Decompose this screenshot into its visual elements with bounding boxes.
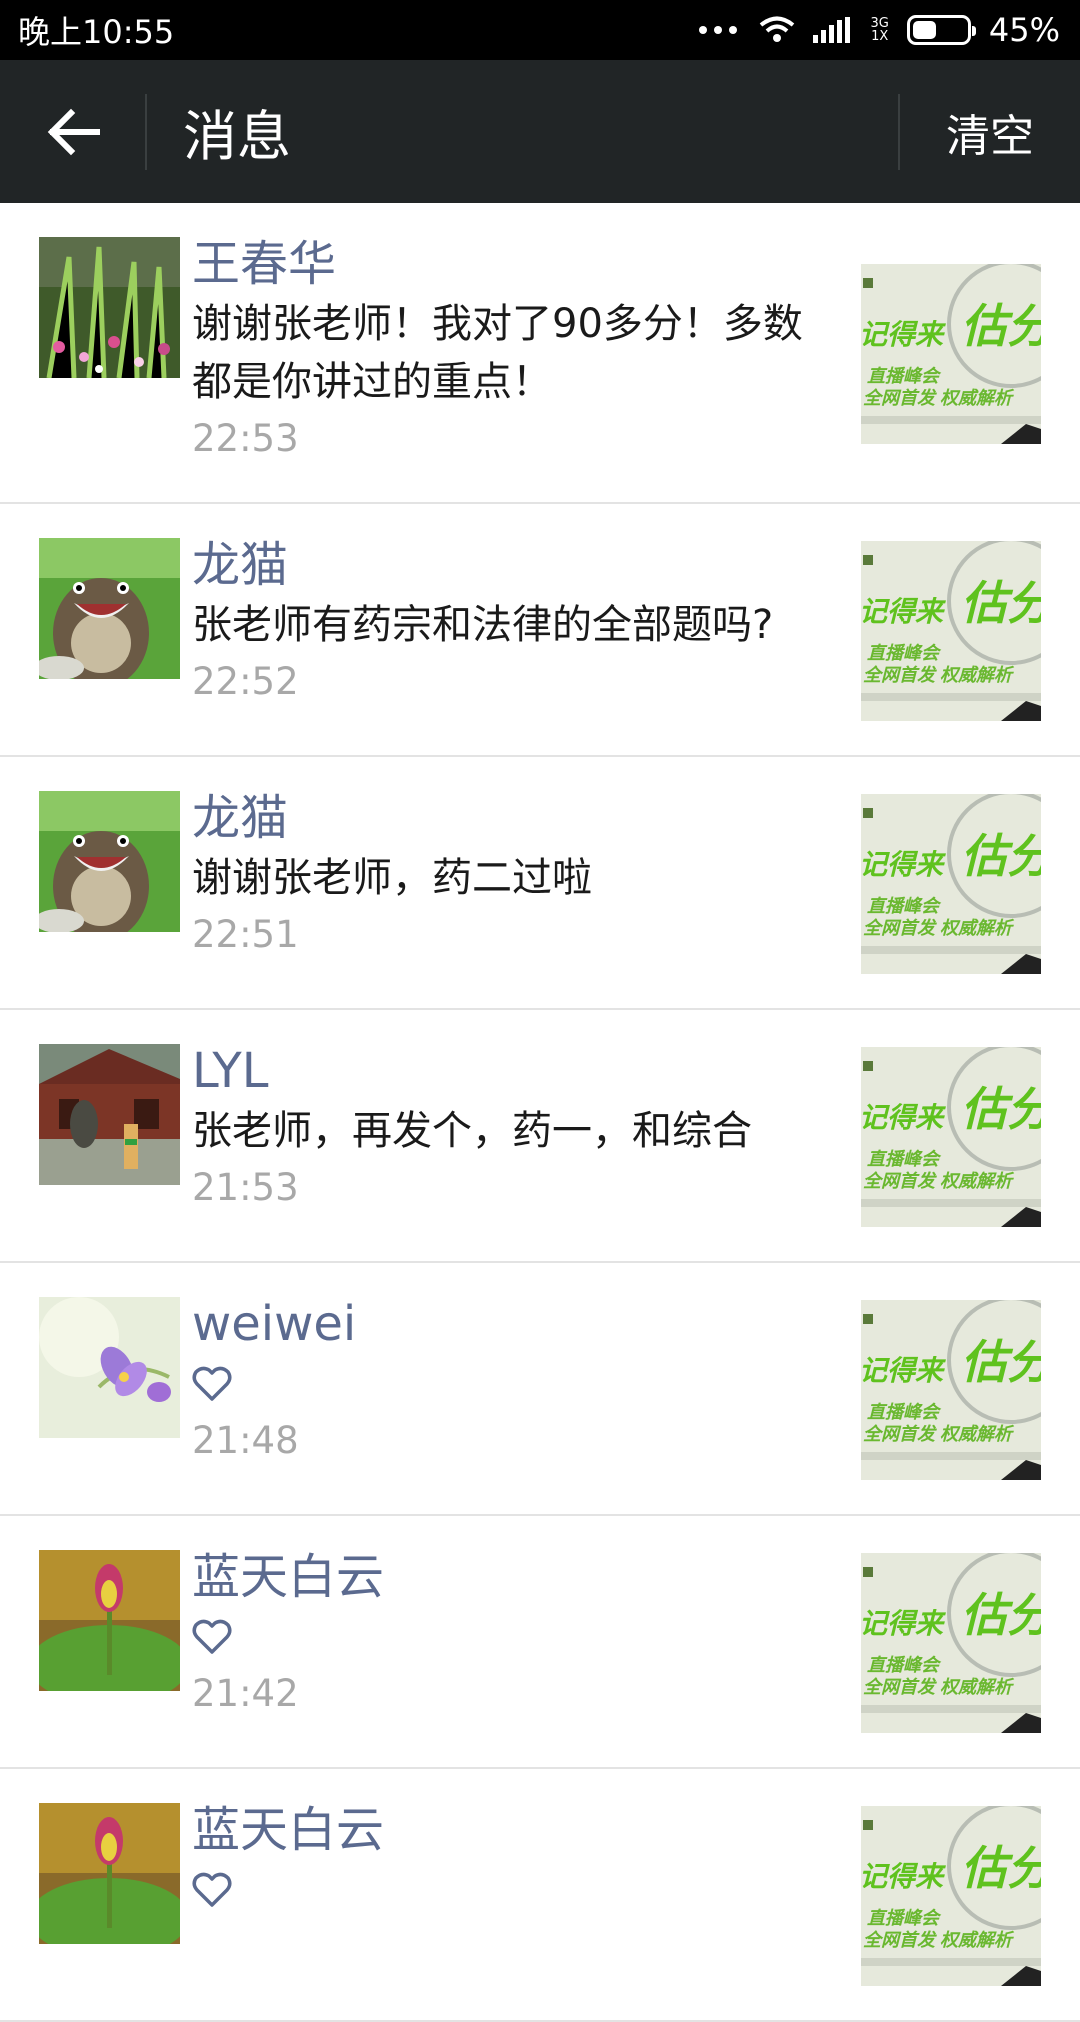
message-content: 张老师有药宗和法律的全部题吗? [192, 602, 774, 648]
thumb-line1: 直播峰会 [867, 366, 942, 386]
battery-icon [906, 15, 976, 45]
thumb-left-text: 记得来 [861, 1355, 946, 1386]
signal-icon [812, 17, 850, 43]
sender-name[interactable]: LYL [192, 1040, 812, 1102]
message-body: LYL 张老师，再发个，药一，和综合 21:53 [192, 1040, 812, 1216]
title-bar: 消息 清空 [0, 60, 1080, 203]
avatar[interactable] [39, 1044, 180, 1185]
avatar[interactable] [39, 1803, 180, 1944]
thumb-main-text: 估分 [961, 830, 1041, 882]
avatar[interactable] [39, 237, 180, 378]
like-indicator [192, 1861, 812, 1919]
heart-icon [192, 1872, 232, 1907]
avatar[interactable] [39, 1297, 180, 1438]
message-time: 21:53 [192, 1166, 299, 1209]
message-item[interactable]: 蓝天白云 估分 记得来 直播峰会 全网首发 权威解析 [0, 1769, 1080, 2022]
like-indicator [192, 1355, 812, 1413]
post-thumbnail[interactable]: 估分 记得来 直播峰会 全网首发 权威解析 [861, 1047, 1041, 1227]
status-time: 晚上10:55 [18, 13, 175, 51]
message-time: 21:42 [192, 1672, 299, 1715]
thumb-line2: 全网首发 权威解析 [863, 1930, 1015, 1950]
thumb-line2: 全网首发 权威解析 [863, 1677, 1015, 1697]
post-thumbnail[interactable]: 估分 记得来 直播峰会 全网首发 权威解析 [861, 1806, 1041, 1986]
message-item[interactable]: 龙猫张老师有药宗和法律的全部题吗? 22:52 估分 记得来 直播峰会 全网首发 … [0, 504, 1080, 757]
thumb-main-text: 估分 [961, 1083, 1041, 1135]
thumb-left-text: 记得来 [861, 1861, 946, 1892]
thumb-left-text: 记得来 [861, 849, 946, 880]
arrow-left-icon [47, 108, 100, 155]
avatar[interactable] [39, 538, 180, 679]
thumb-main-text: 估分 [961, 1589, 1041, 1641]
thumb-main-text: 估分 [961, 577, 1041, 629]
thumb-line1: 直播峰会 [867, 1402, 942, 1422]
post-thumbnail[interactable]: 估分 记得来 直播峰会 全网首发 权威解析 [861, 1300, 1041, 1480]
thumb-line1: 直播峰会 [867, 1908, 942, 1928]
message-item[interactable]: 王春华谢谢张老师！我对了90多分！多数都是你讲过的重点！ 22:53 估分 记得来… [0, 203, 1080, 504]
thumb-main-text: 估分 [961, 300, 1041, 352]
wifi-icon [759, 16, 794, 42]
message-body: 王春华 谢谢张老师！我对了90多分！多数都是你讲过的重点！ 22:53 [192, 233, 812, 467]
message-content: 谢谢张老师！我对了90多分！多数都是你讲过的重点！ [192, 301, 803, 405]
thumb-line2: 全网首发 权威解析 [863, 918, 1015, 938]
avatar[interactable] [39, 1550, 180, 1691]
post-thumbnail[interactable]: 估分 记得来 直播峰会 全网首发 权威解析 [861, 794, 1041, 974]
message-body: 龙猫谢谢张老师，药二过啦 22:51 [192, 787, 812, 963]
sender-name[interactable]: 王春华 [192, 233, 812, 295]
message-item[interactable]: weiwei 21:48 估分 记得来 直播峰会 全网首发 权威解析 [0, 1263, 1080, 1516]
message-content: 谢谢张老师，药二过啦 [192, 855, 592, 901]
post-thumbnail[interactable]: 估分 记得来 直播峰会 全网首发 权威解析 [861, 264, 1041, 444]
thumb-line2: 全网首发 权威解析 [863, 665, 1015, 685]
sender-name[interactable]: weiwei [192, 1293, 812, 1355]
heart-icon [192, 1619, 232, 1654]
network-type: 3G 1X [870, 16, 889, 44]
thumb-line2: 全网首发 权威解析 [863, 388, 1015, 408]
message-time: 22:51 [192, 913, 299, 956]
like-indicator [192, 1608, 812, 1666]
message-item[interactable]: LYL 张老师，再发个，药一，和综合 21:53 估分 记得来 直播峰会 全网首发 … [0, 1010, 1080, 1263]
post-thumbnail[interactable]: 估分 记得来 直播峰会 全网首发 权威解析 [861, 541, 1041, 721]
back-button[interactable] [0, 60, 145, 203]
sender-name[interactable]: 蓝天白云 [192, 1799, 812, 1861]
more-notifications-icon [698, 26, 737, 34]
sender-name[interactable]: 龙猫 [192, 787, 812, 849]
thumb-line1: 直播峰会 [867, 1655, 942, 1675]
message-body: 蓝天白云 [192, 1799, 812, 1919]
status-bar: 晚上10:55 3G 1X 45% [0, 0, 1080, 60]
thumb-main-text: 估分 [961, 1842, 1041, 1894]
thumb-left-text: 记得来 [861, 319, 946, 350]
battery-percent: 45% [988, 11, 1060, 49]
post-thumbnail[interactable]: 估分 记得来 直播峰会 全网首发 权威解析 [861, 1553, 1041, 1733]
thumb-left-text: 记得来 [861, 596, 946, 627]
thumb-main-text: 估分 [961, 1336, 1041, 1388]
message-time: 21:48 [192, 1419, 299, 1462]
message-time: 22:52 [192, 660, 299, 703]
sender-name[interactable]: 龙猫 [192, 534, 812, 596]
thumb-line2: 全网首发 权威解析 [863, 1424, 1015, 1444]
thumb-line1: 直播峰会 [867, 1149, 942, 1169]
message-body: 龙猫张老师有药宗和法律的全部题吗? 22:52 [192, 534, 812, 710]
message-list: 王春华谢谢张老师！我对了90多分！多数都是你讲过的重点！ 22:53 估分 记得来… [0, 203, 1080, 2022]
message-body: weiwei 21:48 [192, 1293, 812, 1469]
thumb-left-text: 记得来 [861, 1102, 946, 1133]
message-item[interactable]: 蓝天白云 21:42 估分 记得来 直播峰会 全网首发 权威解析 [0, 1516, 1080, 1769]
message-body: 蓝天白云 21:42 [192, 1546, 812, 1722]
thumb-line2: 全网首发 权威解析 [863, 1171, 1015, 1191]
message-time: 22:53 [192, 417, 299, 460]
heart-icon [192, 1366, 232, 1401]
avatar[interactable] [39, 791, 180, 932]
battery-fill [912, 21, 937, 39]
thumb-line1: 直播峰会 [867, 896, 942, 916]
page-title: 消息 [183, 105, 291, 168]
thumb-line1: 直播峰会 [867, 643, 942, 663]
clear-button[interactable]: 清空 [900, 60, 1080, 203]
message-item[interactable]: 龙猫谢谢张老师，药二过啦 22:51 估分 记得来 直播峰会 全网首发 权威解析 [0, 757, 1080, 1010]
message-content: 张老师，再发个，药一，和综合 [192, 1108, 752, 1154]
thumb-left-text: 记得来 [861, 1608, 946, 1639]
sender-name[interactable]: 蓝天白云 [192, 1546, 812, 1608]
status-icons: 3G 1X 45% [698, 11, 1060, 49]
